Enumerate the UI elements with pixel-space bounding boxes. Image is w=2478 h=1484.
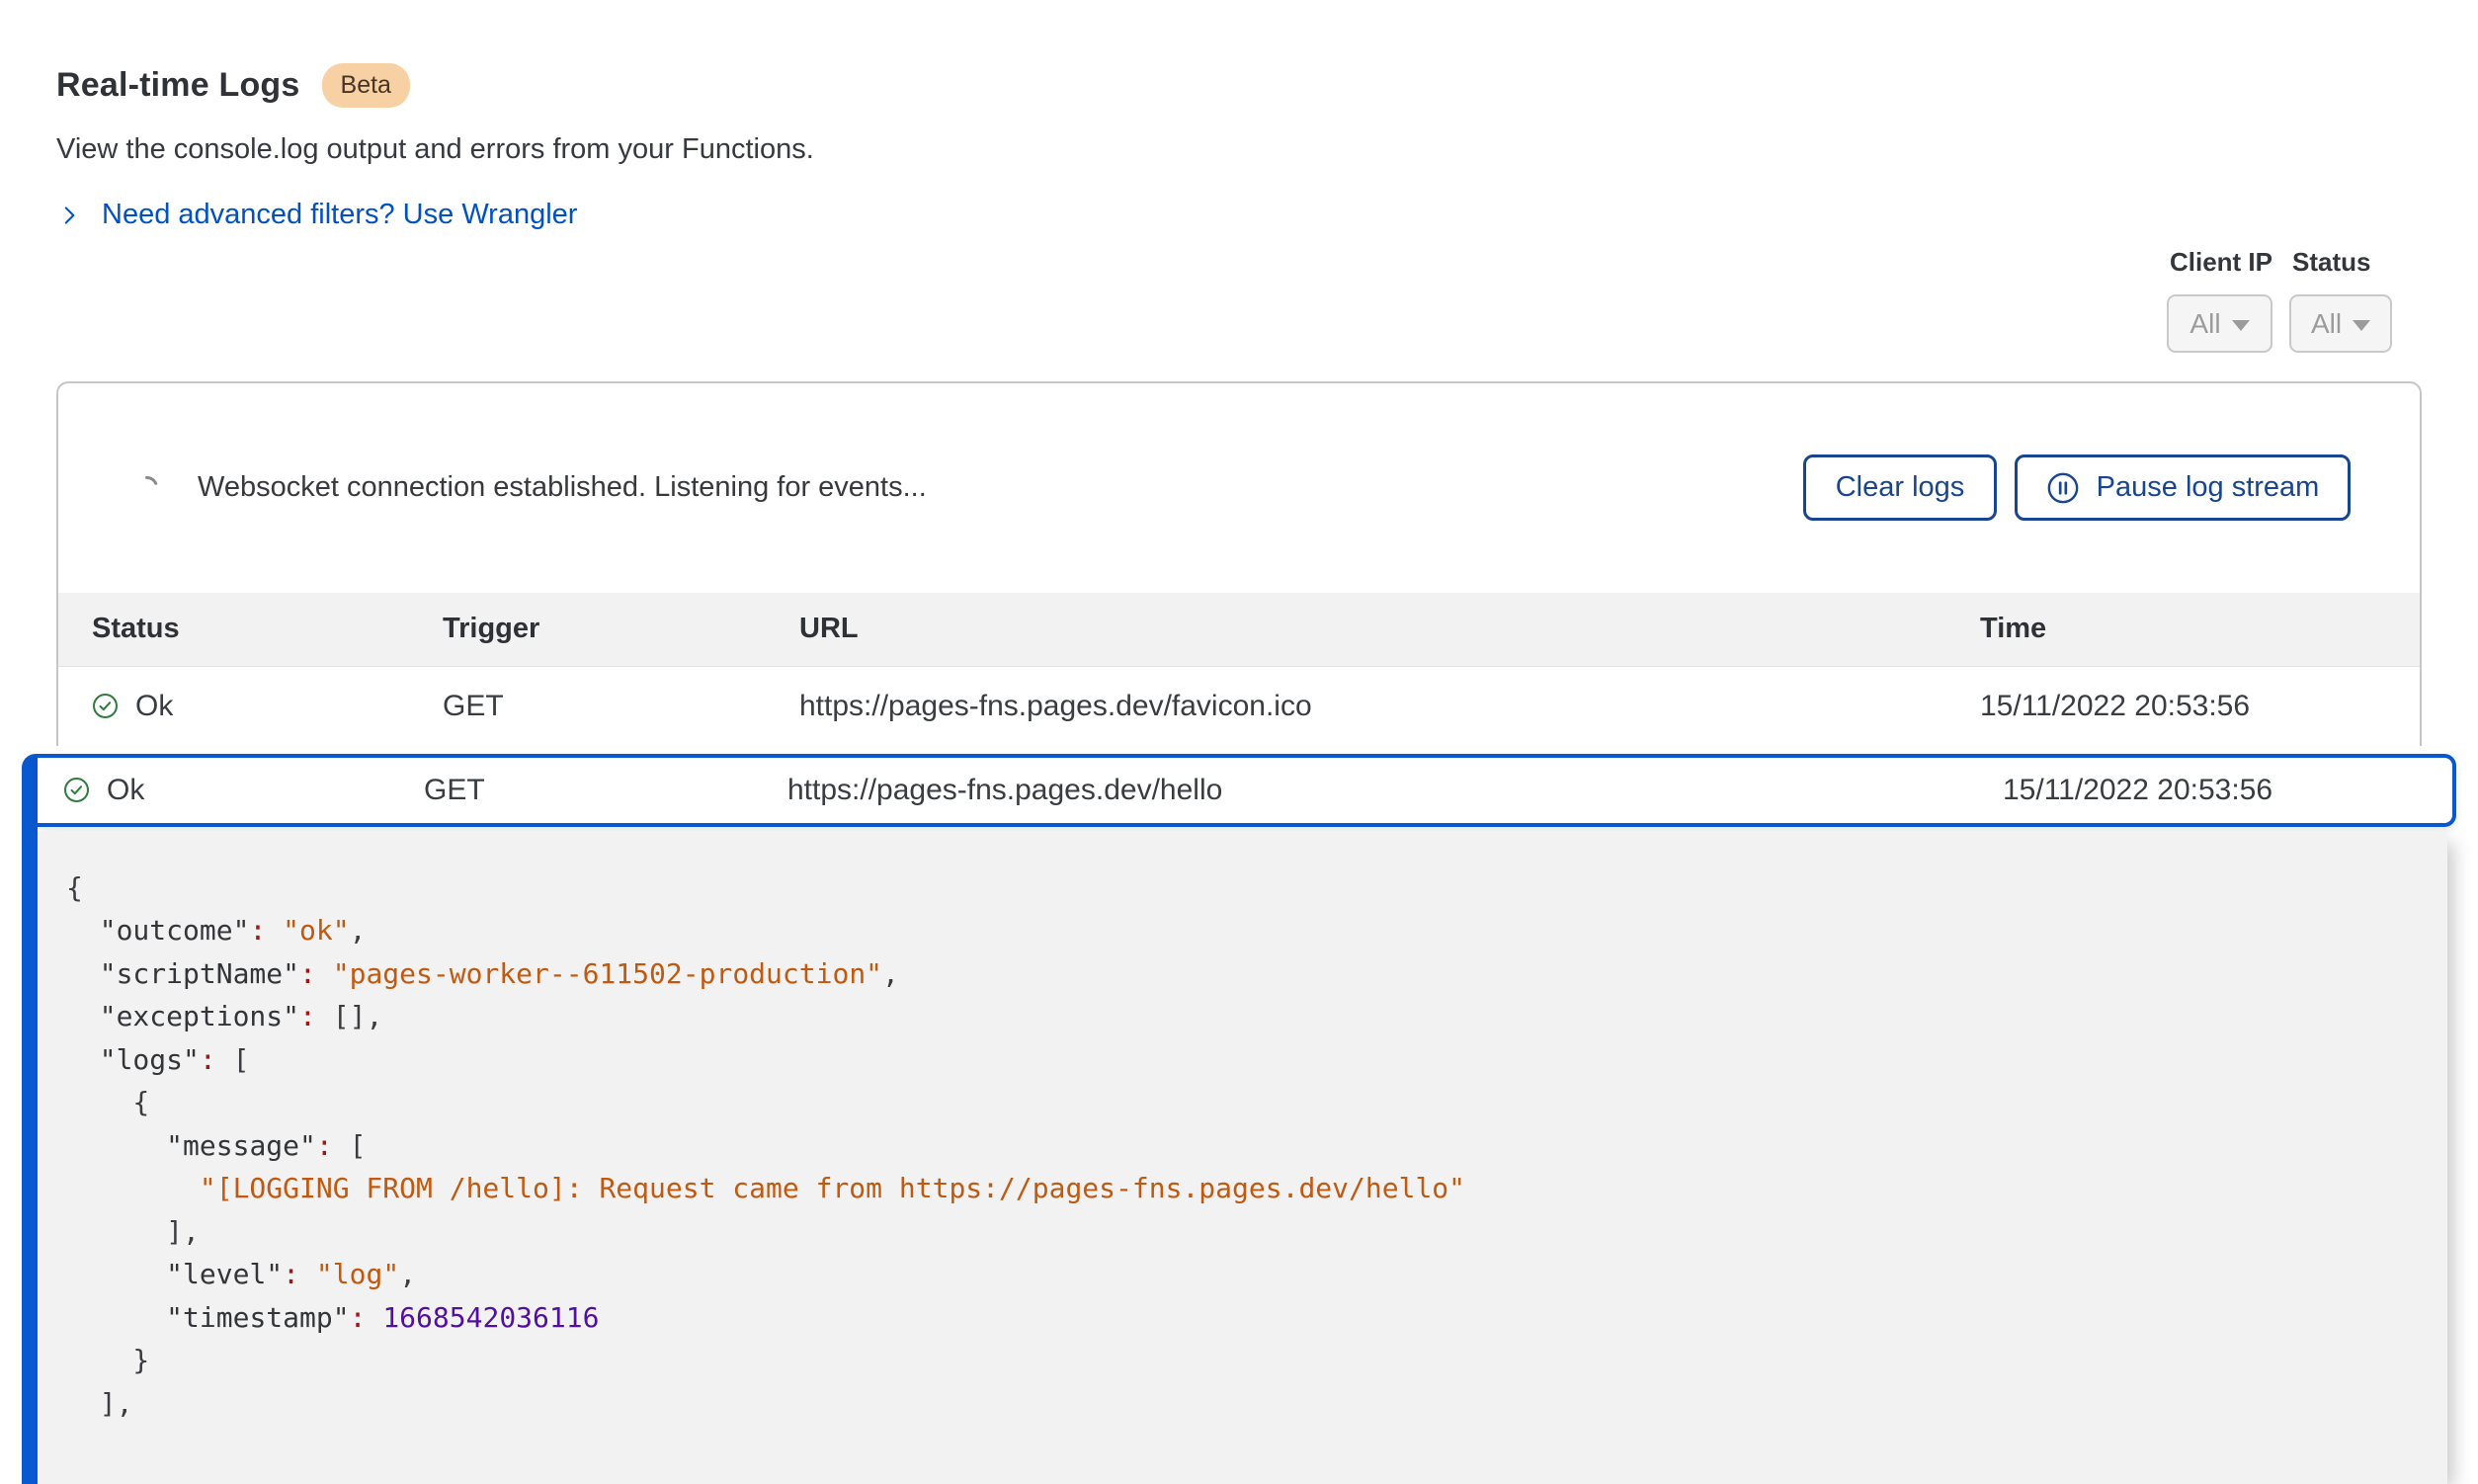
pause-log-stream-button[interactable]: Pause log stream [2015, 454, 2351, 521]
column-url: URL [799, 613, 1980, 645]
expanded-log-entry: Ok GET https://pages-fns.pages.dev/hello… [22, 754, 2456, 1484]
column-trigger: Trigger [443, 613, 799, 645]
row-time: 15/11/2022 20:53:56 [1980, 690, 2420, 723]
row-status: Ok [135, 690, 173, 723]
code-line: { [66, 1081, 2447, 1124]
client-ip-label: Client IP [2170, 247, 2272, 278]
log-panel-toolbar: Websocket connection established. Listen… [58, 383, 2420, 593]
status-cell: Ok [63, 774, 424, 807]
code-line: ], [66, 1382, 2447, 1426]
check-circle-icon [92, 693, 119, 719]
code-line: "[LOGGING FROM /hello]: Request came fro… [66, 1167, 2447, 1210]
row-time: 15/11/2022 20:53:56 [2003, 774, 2452, 807]
filters: Client IP All Status All [2167, 247, 2392, 353]
row-url: https://pages-fns.pages.dev/hello [787, 774, 2003, 807]
code-line: "scriptName": "pages-worker--611502-prod… [66, 952, 2447, 996]
chevron-right-icon [56, 203, 82, 228]
column-status: Status [92, 613, 443, 645]
page-header: Real-time Logs Beta [56, 63, 2422, 108]
status-select[interactable]: All [2289, 294, 2392, 353]
client-ip-value: All [2189, 308, 2220, 340]
row-status: Ok [107, 774, 144, 807]
column-time: Time [1980, 613, 2420, 645]
caret-down-icon [2232, 320, 2250, 331]
code-line: "timestamp": 1668542036116 [66, 1296, 2447, 1340]
client-ip-filter: Client IP All [2167, 247, 2272, 353]
code-line: { [66, 866, 2447, 910]
realtime-logs-page: { "header": { "title": "Real-time Logs",… [0, 63, 2478, 1480]
row-trigger: GET [424, 774, 787, 807]
log-panel: Websocket connection established. Listen… [56, 381, 2422, 746]
row-url: https://pages-fns.pages.dev/favicon.ico [799, 690, 1980, 723]
code-line: } [66, 1339, 2447, 1382]
status-filter: Status All [2289, 247, 2392, 353]
page-subtitle: View the console.log output and errors f… [56, 133, 2422, 166]
status-filter-value: All [2311, 308, 2342, 340]
log-row-favicon[interactable]: Ok GET https://pages-fns.pages.dev/favic… [58, 667, 2420, 746]
clear-logs-label: Clear logs [1836, 471, 1965, 504]
log-detail-panel: { "outcome": "ok", "scriptName": "pages-… [38, 831, 2447, 1484]
websocket-status: Websocket connection established. Listen… [133, 471, 927, 504]
code-line: "exceptions": [], [66, 995, 2447, 1038]
caret-down-icon [2353, 320, 2370, 331]
code-line: "outcome": "ok", [66, 909, 2447, 952]
check-circle-icon [63, 777, 90, 803]
code-line: ], [66, 1210, 2447, 1254]
row-trigger: GET [443, 690, 799, 723]
client-ip-select[interactable]: All [2167, 294, 2272, 353]
status-cell: Ok [92, 690, 443, 723]
status-filter-label: Status [2292, 247, 2392, 278]
spinner-icon [133, 474, 160, 501]
page-title: Real-time Logs [56, 66, 300, 105]
code-line: "message": [ [66, 1124, 2447, 1168]
code-line: "level": "log", [66, 1253, 2447, 1296]
page-content: Real-time Logs Beta View the console.log… [0, 63, 2478, 1484]
code-line: "logs": [ [66, 1038, 2447, 1082]
toolbar-buttons: Clear logs Pause log stream [1803, 454, 2351, 521]
pause-log-stream-label: Pause log stream [2097, 471, 2320, 504]
websocket-status-text: Websocket connection established. Listen… [198, 471, 927, 504]
wrangler-link-label: Need advanced filters? Use Wrangler [102, 199, 577, 231]
table-header: Status Trigger URL Time [58, 593, 2420, 667]
pause-icon [2046, 471, 2080, 505]
beta-badge: Beta [322, 63, 410, 108]
clear-logs-button[interactable]: Clear logs [1803, 454, 1997, 521]
wrangler-link[interactable]: Need advanced filters? Use Wrangler [56, 199, 577, 231]
log-row-hello-selected[interactable]: Ok GET https://pages-fns.pages.dev/hello… [38, 754, 2456, 827]
json-code: { "outcome": "ok", "scriptName": "pages-… [66, 866, 2447, 1426]
